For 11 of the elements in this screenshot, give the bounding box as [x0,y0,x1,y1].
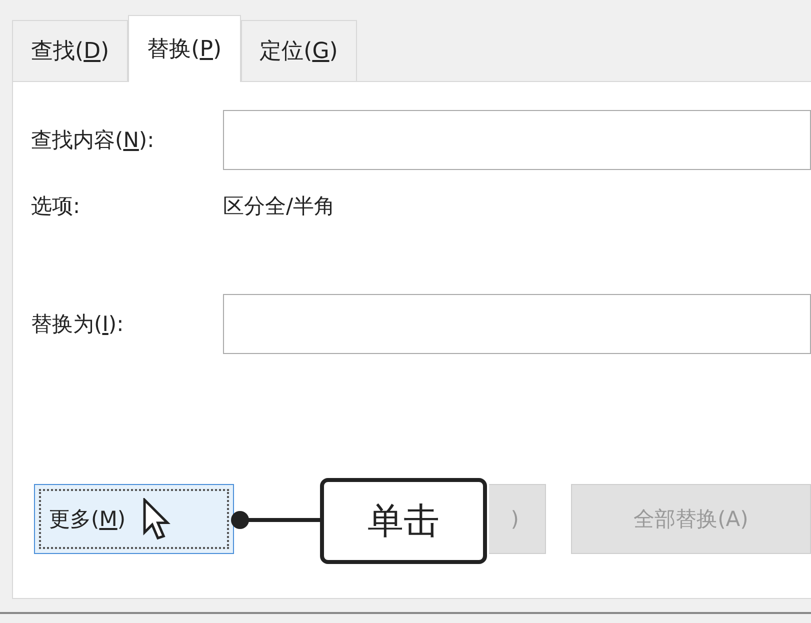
input-field[interactable] [223,110,811,170]
options-label: 选项: [31,193,82,220]
tab[interactable]: 替换(P) [128,15,241,82]
input-field[interactable] [223,294,811,354]
tab[interactable]: 查找(D) [12,20,128,81]
callout-label: 单击 [320,478,487,564]
dialog-button[interactable]: 更多(M) [34,484,234,554]
tab[interactable]: 定位(G) [240,20,357,81]
options-value: 区分全/半角 [223,193,336,220]
field-label: 替换为(I): [31,311,125,338]
field-label: 查找内容(N): [31,127,156,154]
